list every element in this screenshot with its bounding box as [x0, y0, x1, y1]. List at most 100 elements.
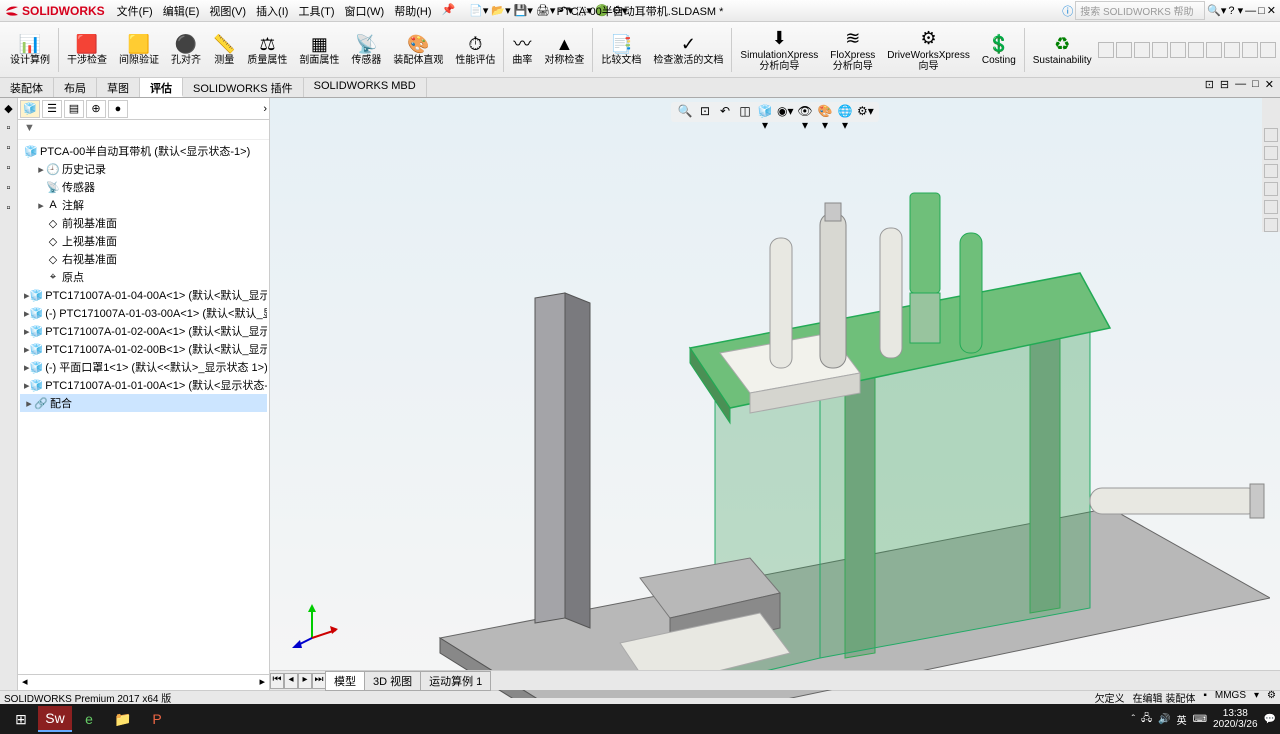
view-icon-2[interactable] [1134, 42, 1150, 58]
search-input[interactable]: 搜索 SOLIDWORKS 帮助 [1075, 1, 1205, 20]
vt-last[interactable]: ⏭ [312, 673, 326, 689]
tp-view-icon[interactable] [1264, 182, 1278, 196]
tab-sketch[interactable]: 草图 [97, 78, 140, 97]
tray-date[interactable]: 2020/3/26 [1213, 719, 1258, 730]
vt-next[interactable]: ▸ [298, 673, 312, 689]
scene-icon[interactable]: 🌐▾ [837, 104, 853, 120]
lb-2[interactable]: ▫ [2, 122, 16, 136]
symmetry-button[interactable]: ▲对称检查 [538, 24, 590, 76]
mass-prop-button[interactable]: ⚖质量属性 [241, 24, 293, 76]
tab-addins[interactable]: SOLIDWORKS 插件 [183, 78, 304, 97]
clearance-button[interactable]: 🟨间隙验证 [113, 24, 165, 76]
panel-min-icon[interactable]: — [1235, 78, 1246, 97]
viewport-3d[interactable]: 🔍⊡↶◫🧊▾◉▾👁▾🎨▾🌐▾⚙▾ [270, 98, 1280, 690]
tree-tab-4[interactable]: ⊕ [86, 100, 106, 118]
tray-up-icon[interactable]: ˆ [1132, 714, 1135, 725]
minimize-icon[interactable]: — [1245, 5, 1256, 17]
tab-assembly[interactable]: 装配体 [0, 78, 54, 97]
appearance-icon[interactable]: 🎨▾ [817, 104, 833, 120]
taskbar-powerpoint[interactable]: P [140, 706, 174, 732]
assembly-vis-button[interactable]: 🎨装配体直观 [387, 24, 449, 76]
compare-button[interactable]: 📑比较文档 [595, 24, 647, 76]
print-icon[interactable]: 🖨▾ [536, 4, 556, 17]
tray-ime[interactable]: 英 [1177, 712, 1187, 727]
new-icon[interactable]: 📄▾ [469, 4, 488, 17]
costing-button[interactable]: 💲Costing [976, 24, 1022, 76]
view-triad[interactable] [290, 600, 340, 650]
taskbar-solidworks[interactable]: Sw [38, 706, 72, 732]
help-icon[interactable]: ? ▾ [1228, 4, 1243, 17]
tray-notif-icon[interactable]: 💬 [1264, 714, 1276, 725]
view-icon-1[interactable] [1116, 42, 1132, 58]
menu-tools[interactable]: 工具(T) [294, 1, 338, 21]
start-button[interactable]: ⊞ [4, 706, 38, 732]
tree-mates[interactable]: ▸🔗配合 [20, 394, 267, 412]
tab-evaluate[interactable]: 评估 [140, 78, 183, 97]
tree-plane3[interactable]: ◇右视基准面 [20, 250, 267, 268]
tree-p5[interactable]: ▸🧊(-) 平面口罩1<1> (默认<<默认>_显示状态 1>) [20, 358, 267, 376]
maximize-icon[interactable]: □ [1258, 5, 1265, 17]
taskbar-browser[interactable]: e [72, 706, 106, 732]
perf-eval-button[interactable]: ⏱性能评估 [449, 24, 501, 76]
prev-view-icon[interactable]: ↶ [717, 104, 733, 120]
section-prop-button[interactable]: ▦剖面属性 [293, 24, 345, 76]
menu-file[interactable]: 文件(F) [113, 1, 157, 21]
driveworks-button[interactable]: ⚙DriveWorksXpress 向导 [881, 24, 976, 76]
tree-p1[interactable]: ▸🧊PTC171007A-01-04-00A<1> (默认<默认_显示 [20, 286, 267, 304]
panel-close-icon[interactable]: ✕ [1265, 78, 1274, 97]
tree-plane1[interactable]: ◇前视基准面 [20, 214, 267, 232]
tp-lib-icon[interactable] [1264, 146, 1278, 160]
tab-mbd[interactable]: SOLIDWORKS MBD [304, 78, 427, 97]
vt-first[interactable]: ⏮ [270, 673, 284, 689]
interference-button[interactable]: 🟥干涉检查 [61, 24, 113, 76]
hole-align-button[interactable]: ⚫孔对齐 [165, 24, 207, 76]
save-icon[interactable]: 💾▾ [514, 4, 533, 17]
view-orient-icon[interactable]: 🧊▾ [757, 104, 773, 120]
tp-appear-icon[interactable] [1264, 200, 1278, 214]
menu-help[interactable]: 帮助(H) [390, 1, 435, 21]
lb-3[interactable]: ▫ [2, 142, 16, 156]
tray-net-icon[interactable]: 🖧 [1141, 711, 1152, 728]
view-tab-model[interactable]: 模型 [325, 671, 365, 691]
display-style-icon[interactable]: ◉▾ [777, 104, 793, 120]
tree-tab-3[interactable]: ▤ [64, 100, 84, 118]
zoom-fit-icon[interactable]: 🔍 [677, 104, 693, 120]
view-icon-4[interactable] [1170, 42, 1186, 58]
tree-filter[interactable]: ▼ [18, 120, 269, 140]
measure-button[interactable]: 📏测量 [207, 24, 241, 76]
tree-history[interactable]: ▸🕘历史记录 [20, 160, 267, 178]
menu-view[interactable]: 视图(V) [205, 1, 250, 21]
simxpress-button[interactable]: ⬇SimulationXpress 分析向导 [734, 24, 824, 76]
tree-scroll-right[interactable]: ▸ [259, 675, 265, 690]
tree-annot[interactable]: ▸A注解 [20, 196, 267, 214]
menu-window[interactable]: 窗口(W) [341, 1, 389, 21]
section-icon[interactable]: ◫ [737, 104, 753, 120]
sustainability-button[interactable]: ♻Sustainability [1027, 24, 1098, 76]
panel-icon-2[interactable]: ⊟ [1220, 78, 1229, 97]
tree-plane2[interactable]: ◇上视基准面 [20, 232, 267, 250]
tree-sensor[interactable]: 📡传感器 [20, 178, 267, 196]
pin-icon[interactable]: 📌 [438, 1, 460, 21]
hide-show-icon[interactable]: 👁▾ [797, 104, 813, 120]
tray-vol-icon[interactable]: 🔊 [1158, 714, 1170, 725]
view-icon-9[interactable] [1260, 42, 1276, 58]
panel-icon-1[interactable]: ⊡ [1205, 78, 1214, 97]
tree-p4[interactable]: ▸🧊PTC171007A-01-02-00B<1> (默认<默认_显示 [20, 340, 267, 358]
tree-p3[interactable]: ▸🧊PTC171007A-01-02-00A<1> (默认<默认_显示 [20, 322, 267, 340]
tp-explorer-icon[interactable] [1264, 164, 1278, 178]
zoom-area-icon[interactable]: ⊡ [697, 104, 713, 120]
taskbar-explorer[interactable]: 📁 [106, 706, 140, 732]
search-dropdown-icon[interactable]: 🔍▾ [1207, 4, 1226, 17]
tree-root[interactable]: 🧊PTCA-00半自动耳带机 (默认<显示状态-1>) [20, 142, 267, 160]
tree-p6[interactable]: ▸🧊PTC171007A-01-01-00A<1> (默认<显示状态- [20, 376, 267, 394]
tree-p2[interactable]: ▸🧊(-) PTC171007A-01-03-00A<1> (默认<默认_显 [20, 304, 267, 322]
tree-tab-pm[interactable]: ☰ [42, 100, 62, 118]
sensor-button[interactable]: 📡传感器 [345, 24, 387, 76]
curvature-button[interactable]: 〰曲率 [506, 24, 538, 76]
menu-edit[interactable]: 编辑(E) [159, 1, 204, 21]
lb-1[interactable]: ◆ [2, 102, 16, 116]
tree-origin[interactable]: ⌖原点 [20, 268, 267, 286]
open-icon[interactable]: 📂▾ [491, 4, 510, 17]
view-settings-icon[interactable]: ⚙▾ [857, 104, 873, 120]
view-icon-8[interactable] [1242, 42, 1258, 58]
